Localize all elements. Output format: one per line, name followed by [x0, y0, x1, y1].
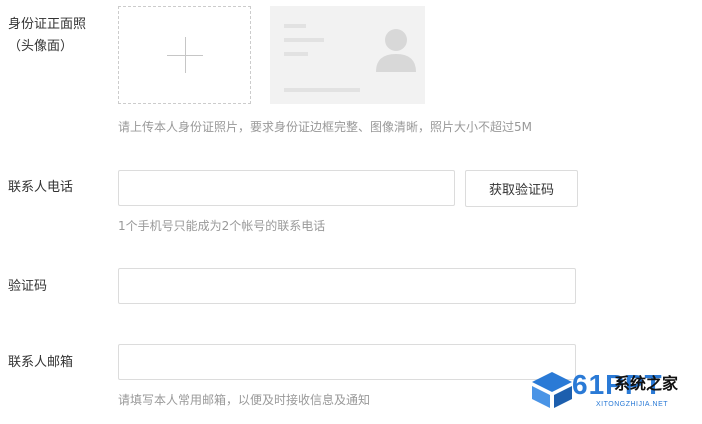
id-front-label: 身份证正面照 （头像面） — [8, 14, 86, 58]
email-input[interactable] — [118, 344, 576, 380]
get-code-button[interactable]: 获取验证码 — [465, 170, 578, 207]
watermark-text: 系统之家 — [614, 374, 679, 393]
phone-label: 联系人电话 — [8, 180, 74, 195]
id-front-hint: 请上传本人身份证照片，要求身份证边框完整、图像清晰，照片大小不超过5M — [118, 120, 532, 134]
id-card-sample-icon — [284, 24, 416, 92]
phone-hint: 1个手机号只能成为2个帐号的联系电话 — [118, 219, 326, 233]
logo-icon — [532, 372, 572, 408]
id-card-sample-image — [270, 6, 425, 104]
code-label: 验证码 — [8, 279, 48, 294]
watermark: 61PPT 系统之家 XITONGZHIJIA.NET — [530, 366, 700, 416]
email-hint: 请填写本人常用邮箱，以便及时接收信息及通知 — [118, 393, 371, 407]
id-front-label-line1: 身份证正面照 — [8, 17, 87, 32]
phone-input[interactable] — [118, 170, 455, 206]
code-input[interactable] — [118, 268, 576, 304]
watermark-url: XITONGZHIJIA.NET — [596, 401, 669, 408]
email-label: 联系人邮箱 — [8, 355, 74, 370]
id-front-upload-box[interactable] — [118, 6, 251, 104]
id-front-label-line2: （头像面） — [8, 39, 74, 54]
